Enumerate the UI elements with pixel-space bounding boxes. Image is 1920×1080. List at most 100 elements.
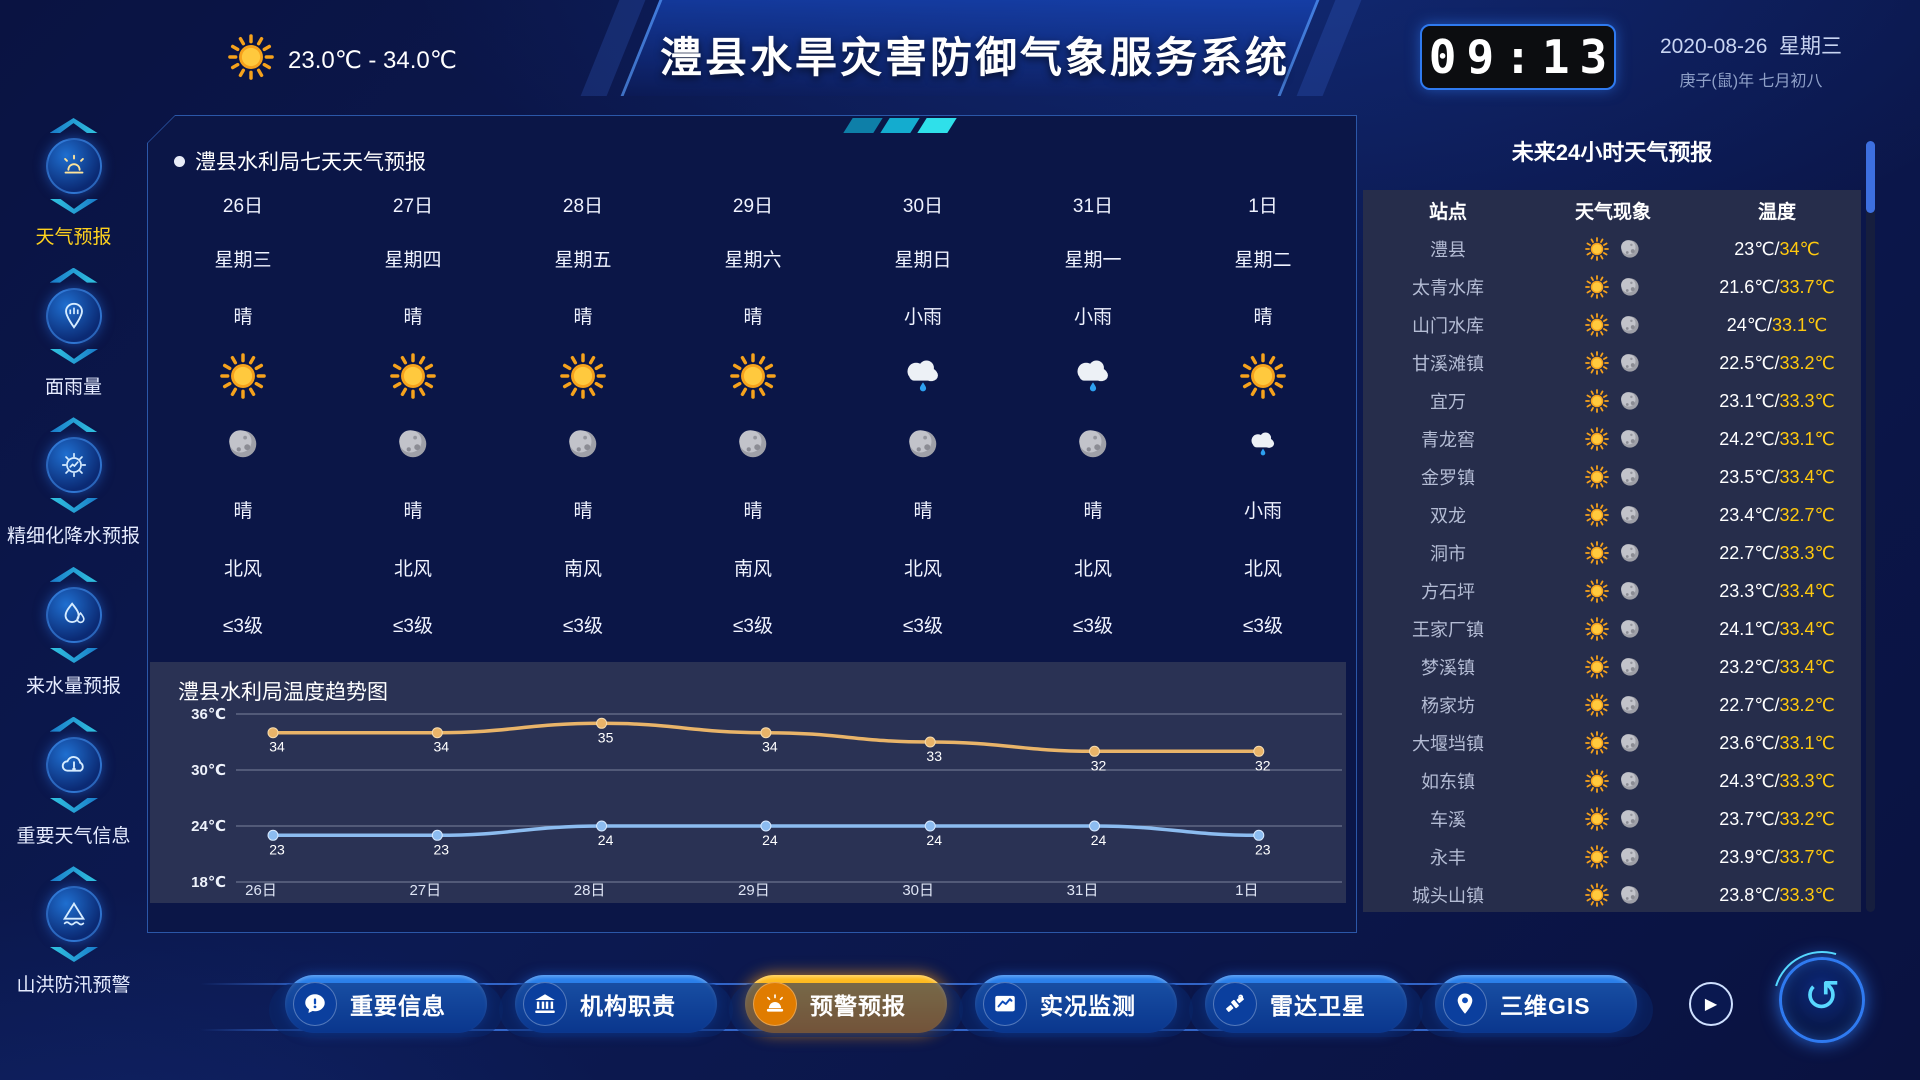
right-panel-scrollbar[interactable] xyxy=(1866,141,1875,912)
forecast-night-condition: 晴 xyxy=(403,480,422,538)
station-low-temp: 24.3℃ xyxy=(1719,771,1774,791)
station-weather-icons xyxy=(1533,541,1693,565)
station-row[interactable]: 车溪23.7℃/33.2℃ xyxy=(1363,800,1861,838)
station-high-temp: 33.7℃ xyxy=(1780,847,1835,867)
forecast-day-condition: 晴 xyxy=(1253,286,1272,344)
date-block: 2020-08-26 星期三 庚子(鼠)年 七月初八 xyxy=(1628,30,1874,91)
cloud-alert-icon xyxy=(46,737,102,793)
forecast-day-condition: 晴 xyxy=(743,286,762,344)
svg-text:23: 23 xyxy=(434,841,450,857)
sidebar-item-1[interactable]: 天气预报 xyxy=(3,118,145,251)
monitor-chart-icon xyxy=(983,982,1027,1026)
institution-icon xyxy=(523,982,567,1026)
station-name: 甘溪滩镇 xyxy=(1363,350,1533,376)
moon-icon xyxy=(1619,504,1641,526)
station-high-temp: 33.1℃ xyxy=(1772,315,1827,335)
nav-button-label: 实况监测 xyxy=(1040,987,1136,1021)
station-name: 车溪 xyxy=(1363,806,1533,832)
station-weather-icons xyxy=(1533,883,1693,907)
station-row[interactable]: 杨家坊22.7℃/33.2℃ xyxy=(1363,686,1861,724)
svg-text:24: 24 xyxy=(1091,832,1107,848)
svg-text:27日: 27日 xyxy=(409,882,441,899)
station-temperature: 24.2℃/33.1℃ xyxy=(1693,429,1861,450)
forecast-wind: 北风 xyxy=(1074,538,1112,596)
nav-3d-gis-button[interactable]: 三维GIS xyxy=(1435,975,1637,1033)
station-row[interactable]: 青龙窖24.2℃/33.1℃ xyxy=(1363,420,1861,458)
nav-warning-forecast-button[interactable]: 预警预报 xyxy=(745,975,947,1033)
svg-text:26日: 26日 xyxy=(245,882,277,899)
chevron-up-icon xyxy=(50,268,98,283)
moon-icon xyxy=(1619,276,1641,298)
sun-icon xyxy=(1585,465,1609,489)
station-row[interactable]: 甘溪滩镇22.5℃/33.2℃ xyxy=(1363,344,1861,382)
sidebar-item-3[interactable]: 精细化降水预报 xyxy=(3,417,145,550)
nav-important-info-button[interactable]: 重要信息 xyxy=(285,975,487,1033)
weather-dashboard: 23.0℃ - 34.0℃ 澧县水旱灾害防御气象服务系统 09:13 2020-… xyxy=(0,0,1920,1080)
sidebar-item-label: 天气预报 xyxy=(3,225,145,251)
station-row[interactable]: 宜万23.1℃/33.3℃ xyxy=(1363,382,1861,420)
chevron-up-icon xyxy=(50,567,98,582)
temperature-trend-panel: 澧县水利局温度趋势图 36℃30℃24℃18℃26日27日28日29日30日31… xyxy=(150,662,1346,903)
sun-icon xyxy=(1585,807,1609,831)
forecast-day-column: 31日星期一小雨晴北风≤3级 xyxy=(1008,178,1178,652)
page-title: 澧县水旱灾害防御气象服务系统 xyxy=(590,24,1360,85)
sun-icon xyxy=(1585,351,1609,375)
siren-icon xyxy=(46,138,102,194)
chevron-down-icon xyxy=(50,648,98,663)
forecast-wind-level: ≤3级 xyxy=(1243,596,1283,652)
scrollbar-thumb[interactable] xyxy=(1866,141,1875,213)
station-low-temp: 23.5℃ xyxy=(1719,467,1774,487)
station-row[interactable]: 城头山镇23.8℃/33.3℃ xyxy=(1363,876,1861,912)
sun-icon xyxy=(228,34,274,87)
station-row[interactable]: 澧县23℃/34℃ xyxy=(1363,230,1861,268)
station-temperature: 23.8℃/33.3℃ xyxy=(1693,885,1861,906)
station-row[interactable]: 方石坪23.3℃/33.4℃ xyxy=(1363,572,1861,610)
forecast-date: 28日 xyxy=(563,178,603,230)
nav-agency-duty-button[interactable]: 机构职责 xyxy=(515,975,717,1033)
play-button[interactable]: ▶ xyxy=(1689,982,1733,1026)
station-row[interactable]: 双龙23.4℃/32.7℃ xyxy=(1363,496,1861,534)
sun-icon xyxy=(1585,427,1609,451)
sun-icon xyxy=(1585,579,1609,603)
station-row[interactable]: 金罗镇23.5℃/33.4℃ xyxy=(1363,458,1861,496)
chevron-down-icon xyxy=(50,349,98,364)
forecast-wind-level: ≤3级 xyxy=(733,596,773,652)
station-row[interactable]: 梦溪镇23.2℃/33.4℃ xyxy=(1363,648,1861,686)
sun-icon xyxy=(1585,313,1609,337)
next-24h-title: 未来24小时天气预报 xyxy=(1363,128,1861,174)
station-high-temp: 33.2℃ xyxy=(1780,695,1835,715)
station-row[interactable]: 太青水库21.6℃/33.7℃ xyxy=(1363,268,1861,306)
station-high-temp: 33.4℃ xyxy=(1780,619,1835,639)
svg-text:23: 23 xyxy=(1255,841,1271,857)
nav-button-label: 雷达卫星 xyxy=(1270,987,1366,1021)
rain-icon xyxy=(1070,344,1116,408)
station-row[interactable]: 大堰垱镇23.6℃/33.1℃ xyxy=(1363,724,1861,762)
station-weather-icons xyxy=(1533,617,1693,641)
sidebar-item-2[interactable]: 面雨量 xyxy=(3,268,145,401)
station-name: 梦溪镇 xyxy=(1363,654,1533,680)
nav-radar-satellite-button[interactable]: 雷达卫星 xyxy=(1205,975,1407,1033)
station-name: 大堰垱镇 xyxy=(1363,730,1533,756)
svg-text:23: 23 xyxy=(269,841,285,857)
sun-icon xyxy=(1585,503,1609,527)
sidebar-item-4[interactable]: 来水量预报 xyxy=(3,567,145,700)
sidebar-item-5[interactable]: 重要天气信息 xyxy=(3,717,145,850)
back-button[interactable]: ↺ xyxy=(1779,957,1865,1043)
station-temperature: 22.7℃/33.3℃ xyxy=(1693,543,1861,564)
sun-icon xyxy=(1585,389,1609,413)
station-row[interactable]: 王家厂镇24.1℃/33.4℃ xyxy=(1363,610,1861,648)
main-panel-border: 澧县水利局七天天气预报 26日星期三晴晴北风≤3级27日星期四晴晴北风≤3级28… xyxy=(147,115,1357,933)
station-row[interactable]: 洞市 22.7℃/33.3℃ xyxy=(1363,534,1861,572)
station-name: 洞市 xyxy=(1363,540,1533,566)
temperature-chart: 36℃30℃24℃18℃26日27日28日29日30日31日1日34343534… xyxy=(150,662,1346,908)
water-drop-icon xyxy=(46,587,102,643)
moon-icon xyxy=(1619,352,1641,374)
station-row[interactable]: 如东镇24.3℃/33.3℃ xyxy=(1363,762,1861,800)
forecast-day-column: 30日星期日小雨晴北风≤3级 xyxy=(838,178,1008,652)
forecast-night-condition: 晴 xyxy=(1083,480,1102,538)
station-row[interactable]: 山门水库24℃/33.1℃ xyxy=(1363,306,1861,344)
station-row[interactable]: 永丰23.9℃/33.7℃ xyxy=(1363,838,1861,876)
svg-text:35: 35 xyxy=(598,729,614,745)
nav-live-monitoring-button[interactable]: 实况监测 xyxy=(975,975,1177,1033)
sidebar-item-6[interactable]: 山洪防汛预警 xyxy=(3,866,145,999)
